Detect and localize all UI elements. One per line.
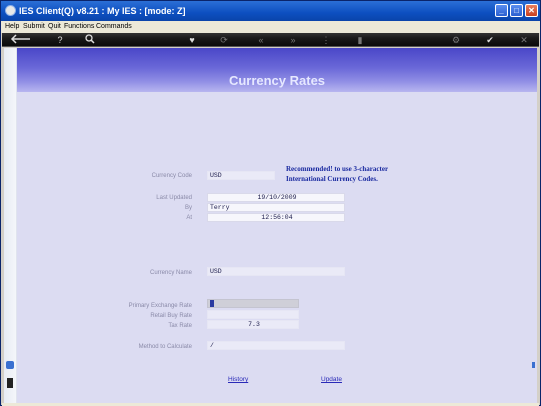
currency-code-label: Currency Code (151, 173, 192, 179)
tax-rate-label: Tax Rate (168, 323, 192, 329)
record-icon[interactable]: ▮ (354, 34, 366, 46)
currency-code-field[interactable]: USD (207, 171, 275, 180)
primary-rate-label: Primary Exchange Rate (128, 303, 192, 309)
at-label: At (186, 215, 192, 221)
last-updated-label: Last Updated (156, 195, 192, 201)
currency-name-field[interactable]: USD (207, 267, 345, 276)
help-icon[interactable]: ? (54, 34, 66, 46)
at-field: 12:56:04 (207, 213, 345, 222)
settings-icon[interactable]: ⚙ (450, 34, 462, 46)
side-tab-icon[interactable] (6, 361, 14, 369)
menu-help[interactable]: Help (5, 23, 19, 30)
scroll-marker[interactable] (532, 362, 535, 368)
page-title: Currency Rates (228, 73, 326, 88)
recommendation-line-1: Recommended! to use 3-character (286, 165, 389, 173)
page-header: Currency Rates (17, 48, 537, 92)
primary-rate-field[interactable] (207, 299, 299, 308)
arrow-left-icon[interactable] (8, 34, 32, 46)
retail-buy-rate-label: Retail Buy Rate (150, 313, 192, 319)
close-icon[interactable]: ✕ (518, 34, 530, 46)
retail-buy-rate-field[interactable] (207, 310, 299, 319)
left-strip (4, 48, 17, 403)
confirm-icon[interactable]: ✔ (484, 34, 496, 46)
menu-commands[interactable]: Commands (96, 23, 132, 30)
method-label: Method to Calculate (138, 344, 192, 350)
maximize-button[interactable]: □ (510, 4, 523, 17)
last-updated-field: 19/10/2009 (207, 193, 345, 202)
minimize-button[interactable]: _ (495, 4, 508, 17)
toolbar: ? ♥ ⟳ « » ⋮ ▮ ⚙ ✔ ✕ (2, 33, 539, 47)
menu-submit[interactable]: Submit (23, 23, 45, 30)
method-field[interactable]: / (207, 341, 345, 350)
text-cursor (210, 300, 214, 307)
next-icon[interactable]: » (287, 34, 299, 46)
history-link[interactable]: History (228, 376, 248, 383)
app-window: IES Client(Q) v8.21 : My IES : [mode: Z]… (0, 0, 541, 406)
previous-icon[interactable]: « (255, 34, 267, 46)
side-marker-icon[interactable] (7, 378, 13, 388)
menu-quit[interactable]: Quit (48, 23, 61, 30)
menu-bar: Help Submit Quit Functions Commands (1, 21, 540, 33)
recommendation-line-2: International Currency Codes. (286, 175, 378, 183)
refresh-icon[interactable]: ⟳ (218, 34, 230, 46)
tax-rate-field[interactable]: 7.3 (207, 320, 299, 329)
currency-form: Currency Code USD Recommended! to use 3-… (17, 92, 537, 403)
window-title: IES Client(Q) v8.21 : My IES : [mode: Z] (19, 6, 186, 16)
close-button[interactable]: ✕ (525, 4, 538, 17)
options-icon[interactable]: ⋮ (320, 34, 332, 46)
by-field: Terry (207, 203, 345, 212)
title-bar[interactable]: IES Client(Q) v8.21 : My IES : [mode: Z]… (1, 1, 540, 21)
update-link[interactable]: Update (321, 376, 342, 383)
favorite-icon[interactable]: ♥ (186, 34, 198, 46)
menu-functions[interactable]: Functions (64, 23, 94, 30)
currency-name-label: Currency Name (149, 270, 192, 276)
app-icon (5, 5, 16, 16)
search-icon[interactable] (84, 34, 96, 46)
content-area: Currency Rates Currency Code USD Recomme… (4, 48, 537, 403)
by-label: By (184, 205, 192, 211)
